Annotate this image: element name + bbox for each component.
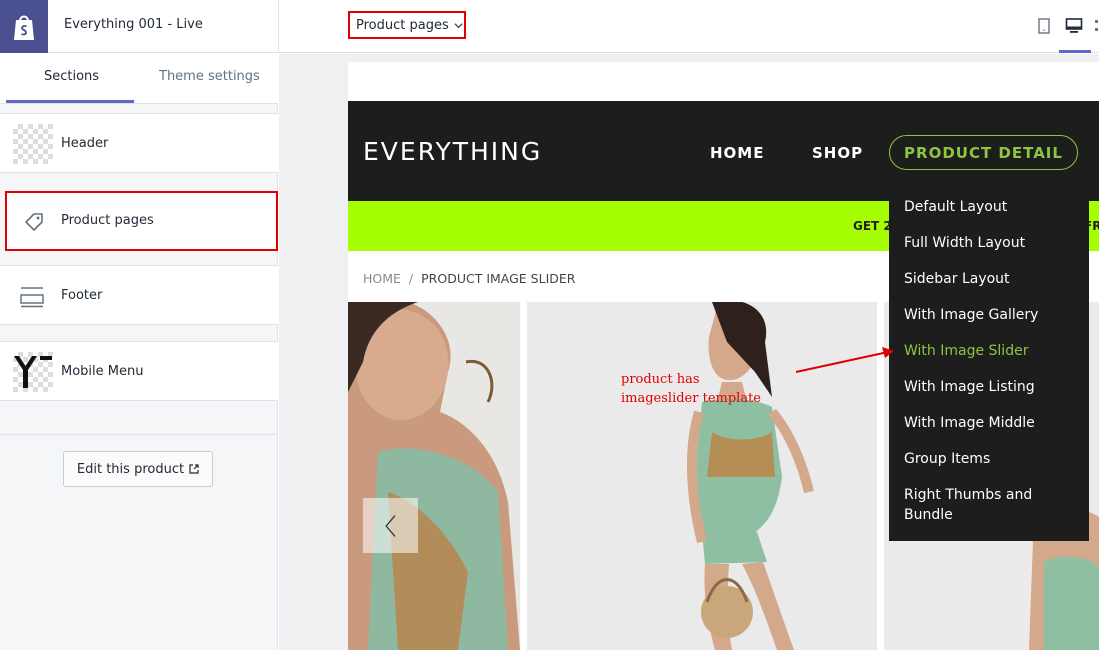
- dropdown-item-image-gallery[interactable]: With Image Gallery: [904, 305, 1084, 325]
- annotation-line: imageslider template: [621, 391, 761, 406]
- dropdown-item-image-slider[interactable]: With Image Slider: [904, 341, 1084, 361]
- dropdown-item-full-width-layout[interactable]: Full Width Layout: [904, 233, 1084, 253]
- footer-layout-icon: [20, 287, 44, 308]
- external-link-icon: [189, 464, 199, 474]
- page-type-select-label: Product pages: [356, 17, 449, 33]
- store-preview: EVERYTHING HOME SHOP PRODUCT DETAIL GET …: [348, 62, 1099, 650]
- shopify-bag-icon: [14, 15, 34, 40]
- tag-icon: [25, 213, 43, 231]
- shopify-logo[interactable]: [0, 0, 48, 53]
- section-item-footer[interactable]: Footer: [0, 265, 278, 325]
- store-top-strip: [348, 62, 1099, 101]
- active-tab-indicator: [6, 100, 134, 103]
- section-item-label: Header: [61, 136, 109, 151]
- topbar-divider: [278, 0, 279, 53]
- nav-link-product-detail[interactable]: PRODUCT DETAIL: [889, 135, 1078, 170]
- tab-sections[interactable]: Sections: [44, 69, 99, 84]
- breadcrumb: HOME / PRODUCT IMAGE SLIDER: [363, 271, 575, 286]
- breadcrumb-separator: /: [408, 271, 414, 286]
- promo-text: GET 2: [853, 219, 892, 233]
- nav-link-shop[interactable]: SHOP: [812, 144, 863, 162]
- slider-prev-button[interactable]: [363, 498, 418, 553]
- dropdown-item-image-listing[interactable]: With Image Listing: [904, 377, 1084, 397]
- header-thumbnail: [13, 124, 53, 164]
- section-item-product-pages[interactable]: Product pages: [5, 191, 278, 251]
- sidebar-divider: [0, 434, 278, 435]
- store-brand-logo[interactable]: EVERYTHING: [363, 137, 542, 166]
- edit-product-button[interactable]: Edit this product: [63, 451, 213, 487]
- editor-topbar: Everything 001 - Live Product pages: [0, 0, 1099, 53]
- active-device-indicator: [1059, 50, 1091, 53]
- dropdown-item-image-middle[interactable]: With Image Middle: [904, 413, 1084, 433]
- store-header: EVERYTHING HOME SHOP PRODUCT DETAIL: [348, 101, 1099, 201]
- product-slide-image[interactable]: [527, 302, 877, 650]
- annotation-line: product has: [621, 372, 700, 387]
- theme-name: Everything 001 - Live: [64, 17, 203, 32]
- section-item-label: Footer: [61, 288, 103, 303]
- section-item-label: Product pages: [61, 213, 154, 228]
- breadcrumb-home[interactable]: HOME: [363, 271, 401, 286]
- mobile-view-icon[interactable]: [1035, 17, 1053, 35]
- chevron-down-icon: [454, 22, 463, 28]
- editor-sidebar: Sections Theme settings Header Product p…: [0, 54, 278, 650]
- more-options-icon[interactable]: [1094, 17, 1099, 35]
- mobile-menu-thumbnail: [13, 352, 53, 392]
- desktop-view-icon[interactable]: [1065, 17, 1083, 35]
- section-item-header[interactable]: Header: [0, 113, 278, 173]
- product-detail-dropdown: Default Layout Full Width Layout Sidebar…: [889, 195, 1089, 541]
- dropdown-item-sidebar-layout[interactable]: Sidebar Layout: [904, 269, 1084, 289]
- nav-link-home[interactable]: HOME: [710, 144, 764, 162]
- sidebar-tabs: Sections Theme settings: [0, 54, 278, 104]
- dropdown-item-default-layout[interactable]: Default Layout: [904, 197, 1084, 217]
- tab-theme-settings[interactable]: Theme settings: [159, 69, 260, 84]
- product-slide-image[interactable]: [348, 302, 520, 650]
- breadcrumb-current: PRODUCT IMAGE SLIDER: [421, 271, 576, 286]
- annotation-note: product has imageslider template: [621, 370, 761, 408]
- dropdown-item-group-items[interactable]: Group Items: [904, 449, 1084, 469]
- dropdown-item-right-thumbs-bundle[interactable]: Right Thumbs and Bundle: [904, 485, 1084, 525]
- section-item-mobile-menu[interactable]: Mobile Menu: [0, 341, 278, 401]
- page-type-select[interactable]: Product pages: [348, 11, 466, 39]
- chevron-left-icon: [384, 514, 395, 537]
- section-item-label: Mobile Menu: [61, 364, 144, 379]
- edit-product-label: Edit this product: [76, 461, 185, 477]
